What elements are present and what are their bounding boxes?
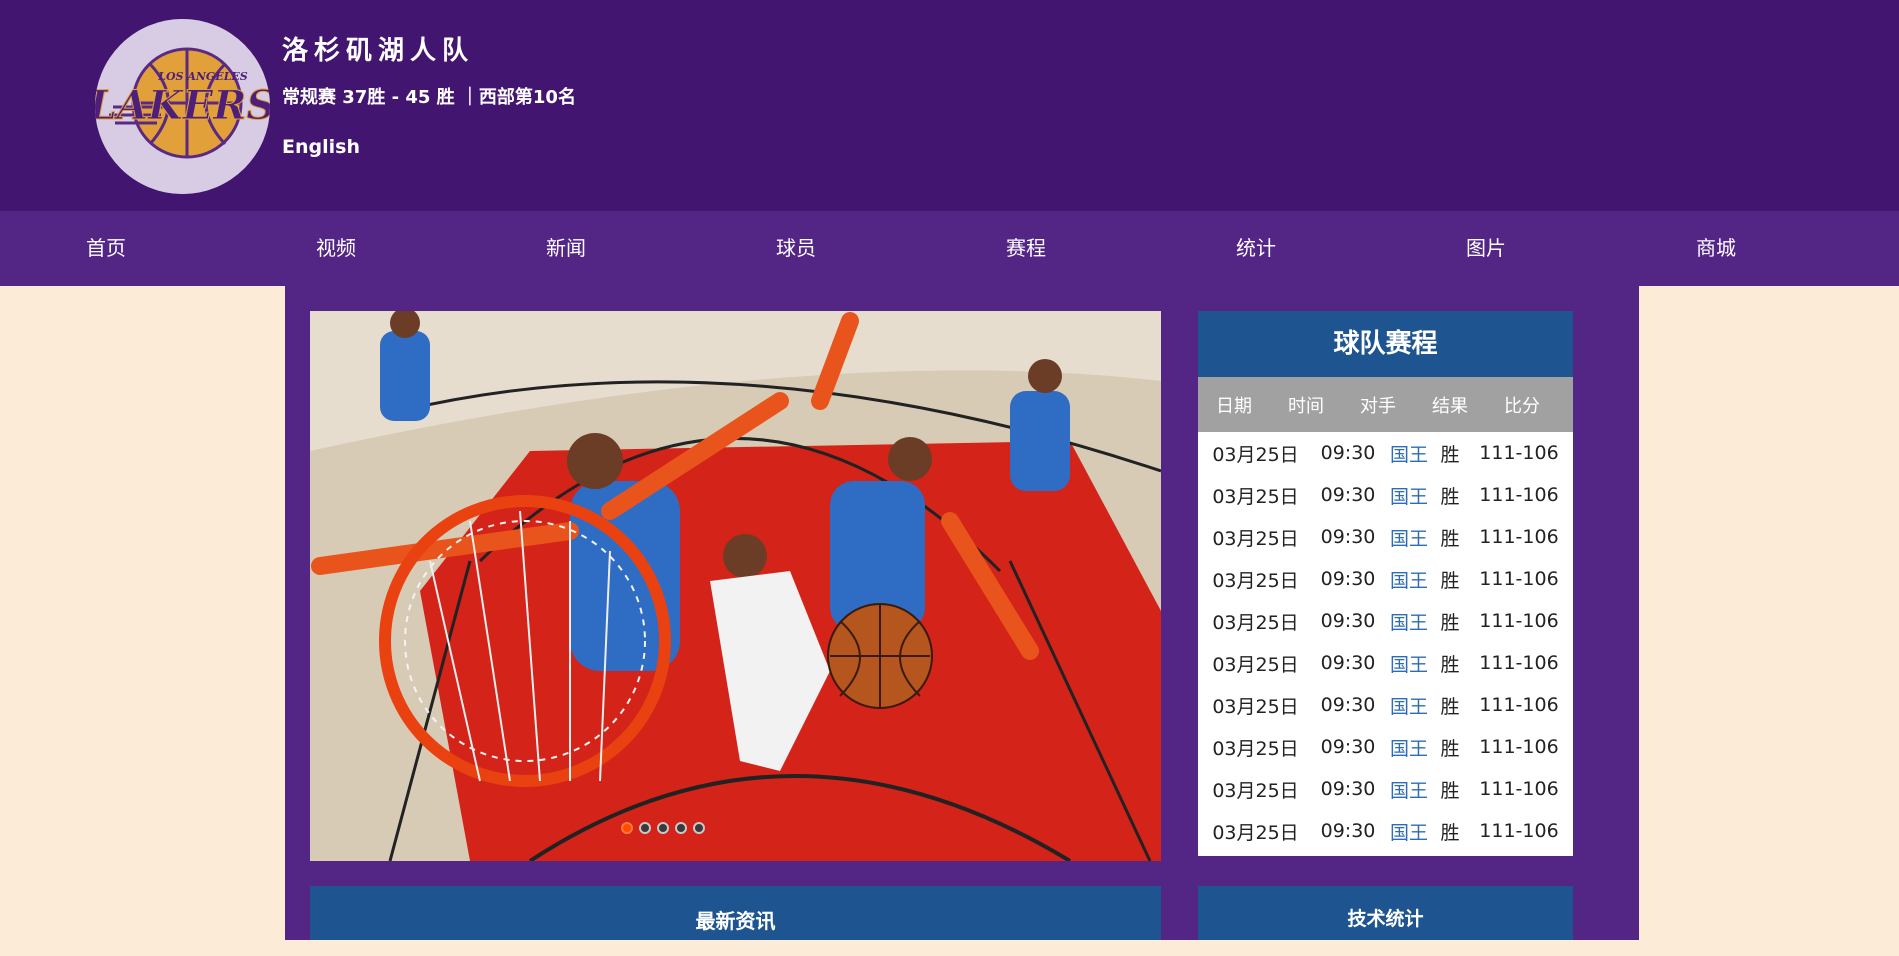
- nav-item-photos[interactable]: 图片: [1426, 211, 1546, 286]
- main-nav: 首页 视频 新闻 球员 赛程 统计 图片 商城: [0, 211, 1899, 286]
- table-row: 03月25日 09:30 国王胜 111-106: [1198, 726, 1573, 768]
- table-row: 03月25日 09:30 国王胜 111-106: [1198, 474, 1573, 516]
- cell-score: 111-106: [1479, 442, 1559, 464]
- nav-item-home[interactable]: 首页: [46, 211, 166, 286]
- cell-time: 09:30: [1320, 568, 1376, 590]
- cell-date: 03月25日: [1212, 527, 1299, 550]
- nav-item-players[interactable]: 球员: [736, 211, 856, 286]
- cell-date: 03月25日: [1212, 611, 1299, 634]
- cell-opponent-link[interactable]: 国王: [1383, 566, 1435, 593]
- cell-date: 03月25日: [1212, 695, 1299, 718]
- cell-result: 胜: [1440, 821, 1460, 844]
- carousel-dot-3[interactable]: [657, 822, 669, 834]
- cell-opponent-link[interactable]: 国王: [1383, 818, 1435, 845]
- cell-opponent-link[interactable]: 国王: [1383, 524, 1435, 551]
- cell-date: 03月25日: [1212, 485, 1299, 508]
- latest-news-header: 最新资讯: [310, 886, 1161, 940]
- language-switch-link[interactable]: English: [282, 136, 360, 158]
- cell-opponent-link[interactable]: 国王: [1383, 440, 1435, 467]
- schedule-rows: 03月25日 09:30 国王胜 111-106 03月25日 09:30 国王胜 111-1…: [1198, 432, 1573, 852]
- cell-date: 03月25日: [1212, 779, 1299, 802]
- table-row: 03月25日 09:30 国王胜 111-106: [1198, 516, 1573, 558]
- cell-date: 03月25日: [1212, 653, 1299, 676]
- cell-date: 03月25日: [1212, 821, 1299, 844]
- table-row: 03月25日 09:30 国王胜 111-106: [1198, 558, 1573, 600]
- season-record: 常规赛 37胜 - 45 胜 ｜西部第10名: [282, 87, 576, 108]
- carousel-indicators: [621, 822, 705, 834]
- cell-result: 胜: [1440, 611, 1460, 634]
- cell-score: 111-106: [1479, 778, 1559, 800]
- team-name: 洛杉矶湖人队: [282, 36, 475, 66]
- table-row: 03月25日 09:30 国王胜 111-106: [1198, 810, 1573, 852]
- cell-score: 111-106: [1479, 568, 1559, 590]
- cell-date: 03月25日: [1212, 443, 1299, 466]
- column-header-date: 日期: [1216, 395, 1252, 417]
- cell-score: 111-106: [1479, 820, 1559, 842]
- cell-opponent-link[interactable]: 国王: [1383, 482, 1435, 509]
- svg-text:LAKERS: LAKERS: [95, 82, 270, 129]
- table-row: 03月25日 09:30 国王胜 111-106: [1198, 642, 1573, 684]
- cell-time: 09:30: [1320, 820, 1376, 842]
- carousel-slide-image: [310, 311, 1161, 861]
- svg-text:LOS ANGELES: LOS ANGELES: [157, 70, 248, 83]
- cell-score: 111-106: [1479, 484, 1559, 506]
- column-header-opponent: 对手: [1360, 395, 1396, 417]
- table-row: 03月25日 09:30 国王胜 111-106: [1198, 600, 1573, 642]
- site-header: LAKERS LOS ANGELES 洛杉矶湖人队 常规赛 37胜 - 45 胜…: [0, 0, 1899, 211]
- lakers-logo[interactable]: LAKERS LOS ANGELES: [95, 19, 270, 194]
- hero-carousel[interactable]: [310, 311, 1161, 861]
- team-schedule-panel: 球队赛程 日期 时间 对手 结果 比分 03月25日 09:30 国王胜 111-10…: [1198, 311, 1573, 856]
- schedule-header-row: 日期 时间 对手 结果 比分: [1198, 377, 1573, 432]
- cell-opponent-link[interactable]: 国王: [1383, 650, 1435, 677]
- cell-time: 09:30: [1320, 736, 1376, 758]
- cell-score: 111-106: [1479, 736, 1559, 758]
- cell-opponent-link[interactable]: 国王: [1383, 692, 1435, 719]
- cell-time: 09:30: [1320, 652, 1376, 674]
- cell-result: 胜: [1440, 653, 1460, 676]
- cell-opponent-link[interactable]: 国王: [1383, 776, 1435, 803]
- tech-stats-header: 技术统计: [1198, 886, 1573, 940]
- carousel-dot-1[interactable]: [621, 822, 633, 834]
- cell-opponent-link[interactable]: 国王: [1383, 608, 1435, 635]
- column-header-score: 比分: [1504, 395, 1540, 417]
- nav-item-news[interactable]: 新闻: [506, 211, 626, 286]
- cell-time: 09:30: [1320, 778, 1376, 800]
- cell-result: 胜: [1440, 779, 1460, 802]
- schedule-title: 球队赛程: [1198, 311, 1573, 377]
- cell-score: 111-106: [1479, 652, 1559, 674]
- nav-item-stats[interactable]: 统计: [1196, 211, 1316, 286]
- cell-time: 09:30: [1320, 526, 1376, 548]
- nav-item-schedule[interactable]: 赛程: [966, 211, 1086, 286]
- cell-result: 胜: [1440, 569, 1460, 592]
- cell-opponent-link[interactable]: 国王: [1383, 734, 1435, 761]
- nav-item-store[interactable]: 商城: [1656, 211, 1776, 286]
- cell-time: 09:30: [1320, 442, 1376, 464]
- cell-score: 111-106: [1479, 694, 1559, 716]
- cell-result: 胜: [1440, 737, 1460, 760]
- cell-time: 09:30: [1320, 610, 1376, 632]
- cell-result: 胜: [1440, 695, 1460, 718]
- cell-time: 09:30: [1320, 484, 1376, 506]
- cell-date: 03月25日: [1212, 737, 1299, 760]
- cell-score: 111-106: [1479, 526, 1559, 548]
- cell-result: 胜: [1440, 485, 1460, 508]
- cell-date: 03月25日: [1212, 569, 1299, 592]
- lakers-logo-icon: LAKERS LOS ANGELES: [95, 19, 270, 194]
- carousel-dot-5[interactable]: [693, 822, 705, 834]
- carousel-dot-2[interactable]: [639, 822, 651, 834]
- column-header-time: 时间: [1288, 395, 1324, 417]
- cell-result: 胜: [1440, 527, 1460, 550]
- cell-time: 09:30: [1320, 694, 1376, 716]
- table-row: 03月25日 09:30 国王胜 111-106: [1198, 684, 1573, 726]
- cell-result: 胜: [1440, 443, 1460, 466]
- carousel-dot-4[interactable]: [675, 822, 687, 834]
- table-row: 03月25日 09:30 国王胜 111-106: [1198, 432, 1573, 474]
- column-header-result: 结果: [1432, 395, 1468, 417]
- cell-score: 111-106: [1479, 610, 1559, 632]
- table-row: 03月25日 09:30 国王胜 111-106: [1198, 768, 1573, 810]
- nav-item-video[interactable]: 视频: [276, 211, 396, 286]
